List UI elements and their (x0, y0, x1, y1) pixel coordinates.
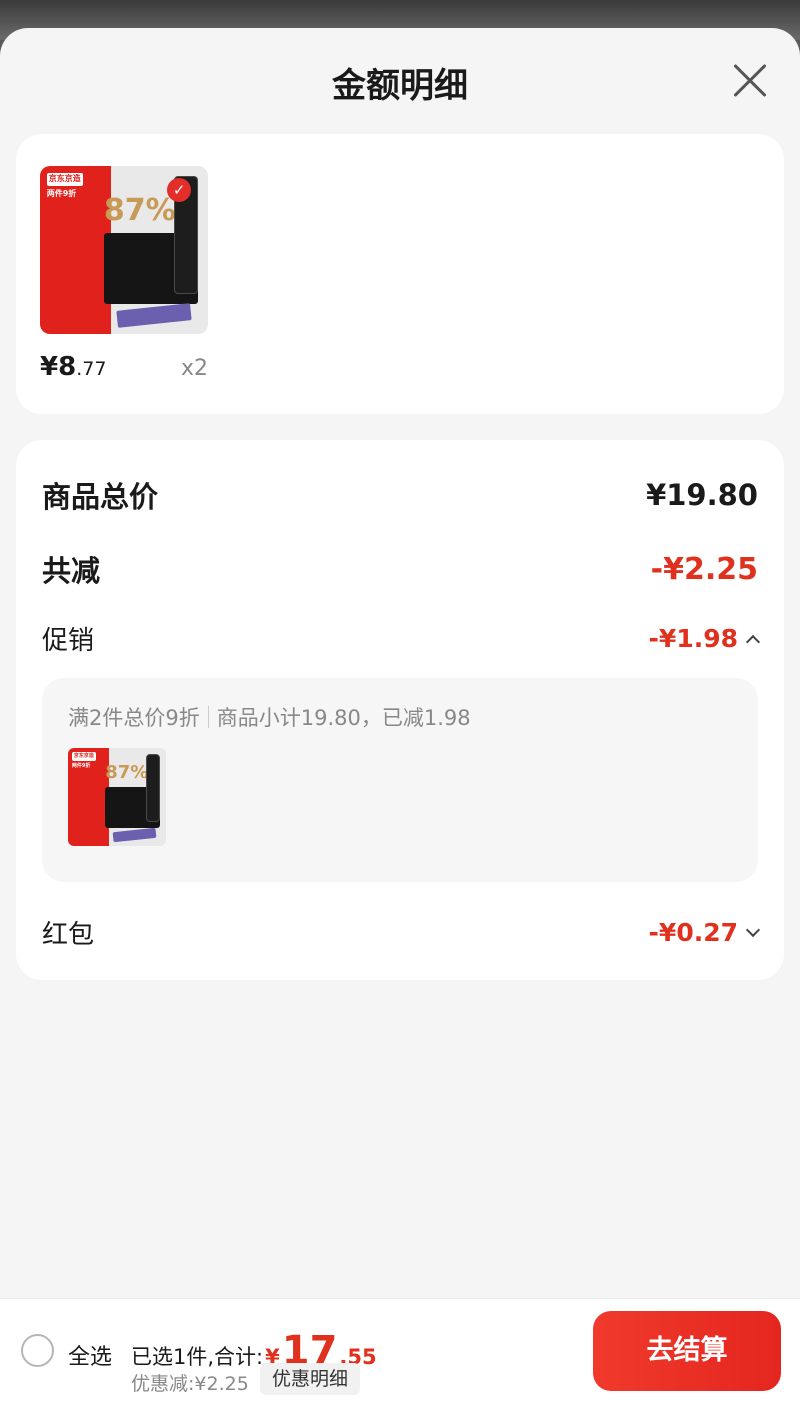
discount-row: 共减 -¥2.25 (42, 548, 758, 590)
price-currency: ¥ (40, 352, 59, 382)
discount-value: -¥2.25 (650, 551, 758, 587)
hongbao-value-wrap[interactable]: -¥0.27 (648, 918, 761, 947)
divider (207, 706, 209, 728)
total-label: 商品总价 (42, 480, 159, 514)
product-badge: 京东京造 两件9折 (40, 166, 111, 334)
discount-label: 共减 (42, 554, 101, 588)
check-circle-icon: ✓ (167, 177, 192, 202)
promo-product-thumbnail[interactable]: 京东京造 两件9折 87% (68, 748, 166, 846)
total-row: 商品总价 ¥19.80 (42, 474, 758, 516)
capacity-percent-small: 87% (105, 761, 149, 783)
product-badge-small: 京东京造 两件9折 (68, 748, 110, 846)
saved-amount: 优惠减:¥2.25 (131, 1373, 249, 1395)
bottom-bar: 全选 已选1件,合计: ¥ 17 .55 优惠减:¥2.25 优惠明细 去结算 (0, 1298, 800, 1402)
sheet-title: 金额明细 (332, 66, 468, 106)
product-quantity: x2 (181, 356, 209, 381)
label-image-small (112, 828, 157, 843)
brand-badge-small: 京东京造 (71, 751, 96, 761)
promo-description: 满2件总价9折 商品小计19.80，已减1.98 (68, 702, 471, 732)
capacity-percent: 87% (103, 192, 176, 228)
brand-badge: 京东京造 (46, 172, 83, 186)
total-value: ¥19.80 (646, 478, 758, 512)
battery-image-small (146, 753, 161, 823)
promo-value-wrap[interactable]: -¥1.98 (648, 624, 761, 653)
price-decimal: .77 (76, 358, 107, 380)
price-integer: 8 (58, 352, 77, 382)
summary-card: 商品总价 ¥19.80 共减 -¥2.25 促销 -¥1.98 满2件总价9折商… (16, 440, 784, 980)
hongbao-value: -¥0.27 (648, 918, 738, 947)
hongbao-label: 红包 (42, 920, 95, 950)
promo-label: 促销 (42, 626, 95, 656)
promo-badge: 两件9折 (46, 188, 77, 198)
label-image (116, 303, 192, 328)
close-icon[interactable] (732, 62, 768, 98)
product-card: 京东京造 两件9折 87% ✓ ¥8.77 x2 (16, 134, 784, 414)
hongbao-row[interactable]: 红包 -¥0.27 (42, 914, 761, 951)
product-price: ¥8.77 (40, 352, 106, 382)
selected-text: 已选1件,合计: (131, 1345, 264, 1369)
promo-row[interactable]: 促销 -¥1.98 (42, 620, 761, 657)
discount-detail-button[interactable]: 优惠明细 (260, 1363, 361, 1395)
checkout-button[interactable]: 去结算 (593, 1311, 781, 1391)
select-all-label[interactable]: 全选 (68, 1339, 112, 1371)
radio-unchecked-icon[interactable] (21, 1334, 54, 1367)
promo-detail-box: 满2件总价9折 商品小计19.80，已减1.98 京东京造 两件9折 87% (42, 678, 758, 882)
chevron-down-icon[interactable] (745, 922, 761, 937)
chevron-up-icon[interactable] (745, 634, 761, 649)
promo-value: -¥1.98 (648, 624, 738, 653)
promo-detail: 商品小计19.80，已减1.98 (216, 706, 471, 730)
sheet-header: 金额明细 (0, 28, 800, 134)
amount-detail-sheet: 金额明细 京东京造 两件9折 87% ✓ ¥8.77 x2 商品总价 ¥19.8… (0, 28, 800, 1402)
product-thumbnail[interactable]: 京东京造 两件9折 87% ✓ (40, 166, 208, 334)
promo-badge-small: 两件9折 (71, 762, 91, 769)
promo-rule: 满2件总价9折 (68, 706, 200, 730)
